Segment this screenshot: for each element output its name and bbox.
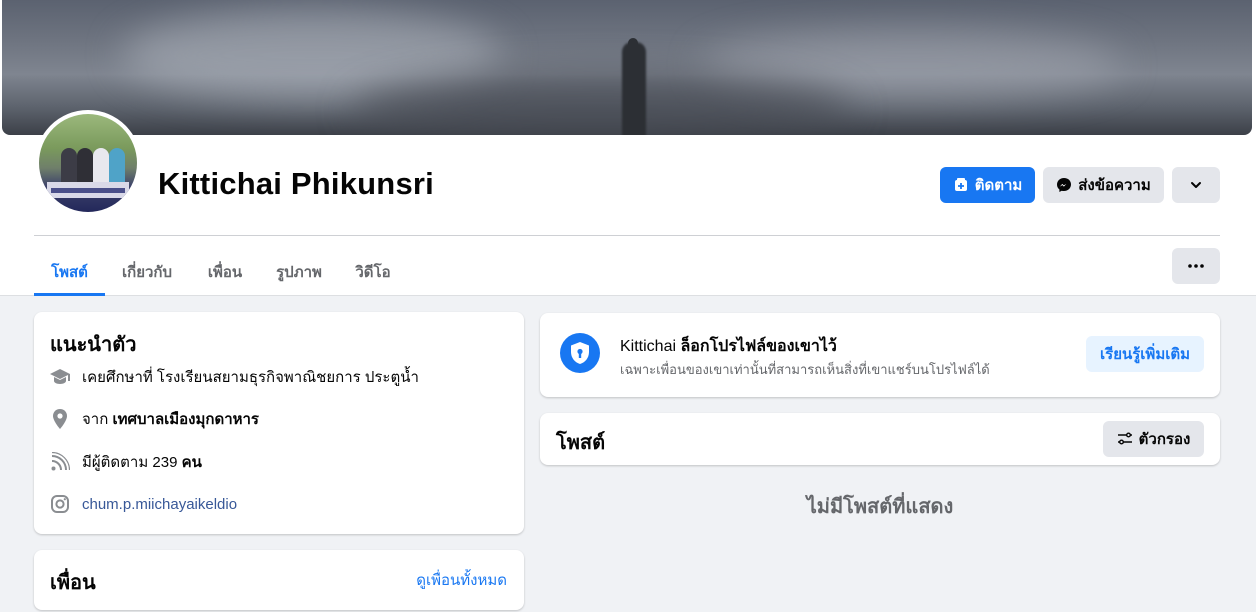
locked-headline: Kittichai ล็อกโปรไฟล์ของเขาไว้ <box>620 334 837 359</box>
rss-icon <box>48 450 72 474</box>
add-friend-icon <box>953 177 969 193</box>
followers-prefix: มีผู้ติดตาม <box>82 454 149 471</box>
locked-name: Kittichai <box>620 338 677 355</box>
more-options-button[interactable] <box>1172 167 1220 203</box>
cover-photo[interactable] <box>2 0 1252 135</box>
message-button[interactable]: ส่งข้อความ <box>1043 167 1164 203</box>
tab-about[interactable]: เกี่ยวกับ <box>109 248 185 296</box>
from-place-link[interactable]: เทศบาลเมืองมุกดาหาร <box>112 407 259 431</box>
follow-label: ติดตาม <box>974 177 1023 194</box>
profile-name: Kittichai Phikunsri <box>158 166 434 201</box>
filter-label: ตัวกรอง <box>1138 431 1191 448</box>
see-all-friends-link[interactable]: ดูเพื่อนทั้งหมด <box>416 568 507 592</box>
avatar[interactable] <box>39 114 137 212</box>
no-posts-message: ไม่มีโพสต์ที่แสดง <box>806 496 954 518</box>
intro-from: จาก เทศบาลเมืองมุกดาหาร <box>48 407 259 431</box>
cover-tower-top <box>628 38 638 52</box>
intro-instagram: chum.p.miichayaikeldio <box>48 492 237 516</box>
shield-lock-icon <box>560 333 600 373</box>
intro-title: แนะนำตัว <box>50 334 137 356</box>
cover-tower <box>622 42 646 135</box>
avatar-banner-text <box>51 188 125 193</box>
instagram-icon <box>48 492 72 516</box>
friends-card: เพื่อน ดูเพื่อนทั้งหมด <box>34 550 524 610</box>
header-divider <box>34 235 1220 236</box>
intro-card: แนะนำตัว เคยศึกษาที่ โรงเรียนสยามธุรกิจพ… <box>34 312 524 534</box>
instagram-link[interactable]: chum.p.miichayaikeldio <box>82 496 237 513</box>
more-dots-icon <box>1188 264 1204 268</box>
location-pin-icon <box>48 407 72 431</box>
follow-button[interactable]: ติดตาม <box>940 167 1035 203</box>
filter-button[interactable]: ตัวกรอง <box>1103 421 1204 457</box>
locked-description: เฉพาะเพื่อนของเขาเท่านั้นที่สามารถเห็นสิ… <box>620 362 990 377</box>
tab-posts[interactable]: โพสต์ <box>34 248 105 296</box>
locked-profile-card: Kittichai ล็อกโปรไฟล์ของเขาไว้ เฉพาะเพื่… <box>540 313 1220 397</box>
tab-videos[interactable]: วิดีโอ <box>344 248 402 296</box>
tab-friends[interactable]: เพื่อน <box>195 248 255 296</box>
filter-icon <box>1117 432 1133 446</box>
education-text: เคยศึกษาที่ โรงเรียนสยามธุรกิจพาณิชยการ … <box>82 369 419 386</box>
posts-title: โพสต์ <box>556 432 606 454</box>
intro-followers: มีผู้ติดตาม 239 คน <box>48 450 202 474</box>
learn-more-button[interactable]: เรียนรู้เพิ่มเติม <box>1086 336 1204 372</box>
followers-suffix: คน <box>181 454 202 471</box>
chevron-down-icon <box>1189 178 1203 192</box>
locked-headline-text: ล็อกโปรไฟล์ของเขาไว้ <box>680 338 837 355</box>
friends-title: เพื่อน <box>50 572 96 594</box>
message-label: ส่งข้อความ <box>1078 177 1151 194</box>
graduation-cap-icon <box>48 365 72 389</box>
intro-education: เคยศึกษาที่ โรงเรียนสยามธุรกิจพาณิชยการ … <box>48 365 419 389</box>
messenger-icon <box>1056 177 1072 193</box>
posts-card: โพสต์ ตัวกรอง <box>540 413 1220 465</box>
followers-count: 239 <box>152 453 178 471</box>
tab-photos[interactable]: รูปภาพ <box>264 248 334 296</box>
tab-more-button[interactable] <box>1172 248 1220 284</box>
from-prefix: จาก <box>82 411 109 428</box>
